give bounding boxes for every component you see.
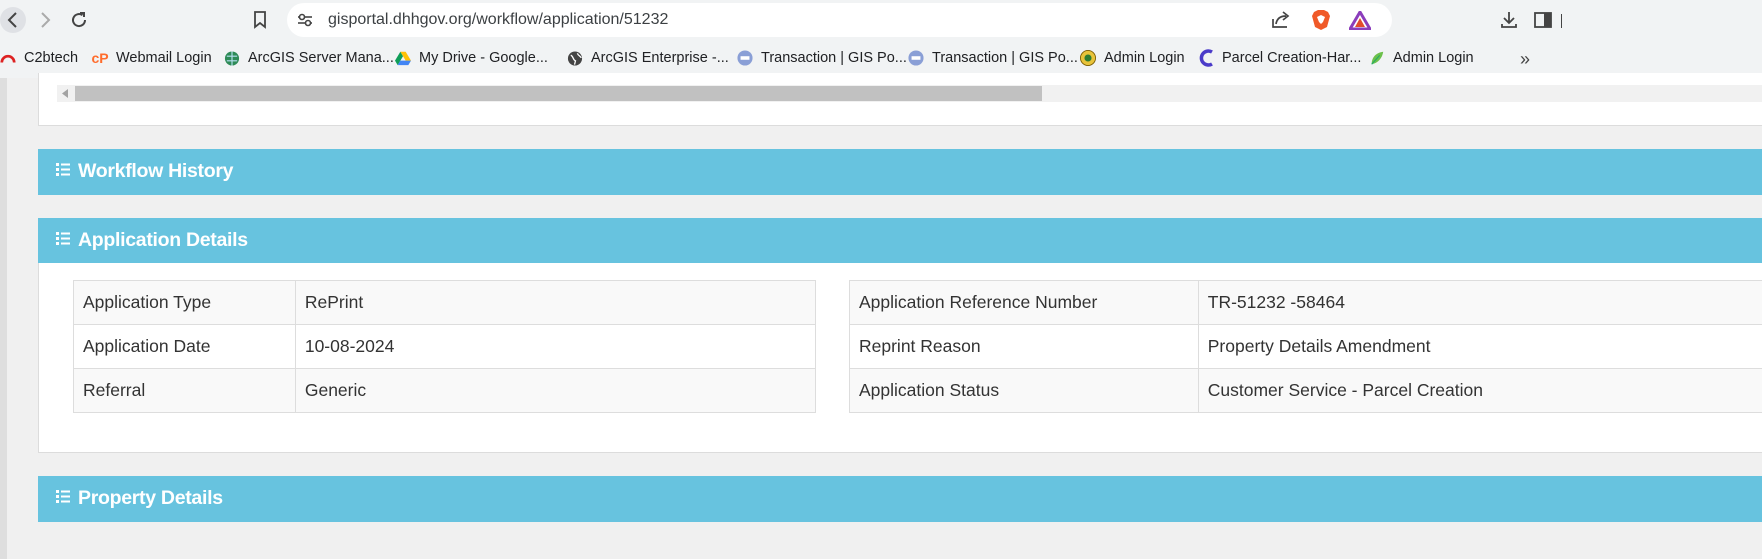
table-row: Application Date 10-08-2024	[73, 324, 817, 369]
reprint-reason-value: Property Details Amendment	[1197, 324, 1762, 369]
table-row: Application Type RePrint	[73, 280, 817, 325]
emblem-icon	[1080, 50, 1096, 66]
reload-button[interactable]	[66, 7, 92, 33]
google-drive-icon	[395, 50, 411, 66]
forward-arrow-icon	[41, 12, 51, 28]
address-bar[interactable]: gisportal.dhhgov.org/workflow/applicatio…	[287, 3, 1392, 37]
url-text[interactable]: gisportal.dhhgov.org/workflow/applicatio…	[328, 11, 668, 29]
bookmark-label: Webmail Login	[116, 50, 212, 66]
bookmark-label: Transaction | GIS Po...	[932, 50, 1078, 66]
reference-number-value: TR-51232 -58464	[1197, 280, 1762, 325]
details-table-left: Application Type RePrint Application Dat…	[73, 280, 817, 413]
referral-label: Referral	[73, 368, 296, 413]
bookmark-icon	[254, 11, 266, 29]
bookmark-label: ArcGIS Enterprise -...	[591, 50, 729, 66]
workflow-history-title: Workflow History	[78, 160, 234, 182]
application-status-value: Customer Service - Parcel Creation	[1197, 368, 1762, 413]
property-details-header[interactable]: Property Details	[38, 476, 1762, 522]
horizontal-scrollbar[interactable]	[57, 85, 1762, 102]
table-row: Referral Generic	[73, 368, 817, 413]
toolbar-edge	[1561, 14, 1562, 28]
list-icon	[56, 490, 70, 503]
bookmark-label: ArcGIS Server Mana...	[248, 50, 394, 66]
bookmark-label: C2btech	[24, 50, 79, 66]
back-button[interactable]	[0, 7, 26, 33]
table-row: Reprint Reason Property Details Amendmen…	[849, 324, 1762, 369]
site-info-icon[interactable]	[297, 12, 313, 33]
bookmark-arcgis-server[interactable]: ArcGIS Server Mana...	[224, 50, 394, 66]
more-bookmarks-chevron-icon[interactable]: »	[1520, 49, 1530, 70]
application-date-label: Application Date	[73, 324, 296, 369]
forward-button[interactable]	[32, 7, 58, 33]
application-date-value: 10-08-2024	[294, 324, 817, 369]
browser-toolbar: gisportal.dhhgov.org/workflow/applicatio…	[0, 0, 1762, 40]
list-icon	[56, 163, 70, 176]
workflow-history-header[interactable]: Workflow History	[38, 149, 1762, 195]
bookmark-c2btech[interactable]: C2btech	[0, 50, 78, 66]
cpanel-icon: cP	[91, 50, 109, 66]
scroll-card	[38, 73, 1762, 126]
bookmark-label: Admin Login	[1104, 50, 1185, 66]
sidebar-button[interactable]	[1530, 7, 1556, 33]
application-type-label: Application Type	[73, 280, 296, 325]
list-icon	[56, 232, 70, 245]
globe-icon	[567, 50, 583, 66]
bookmark-label: Admin Login	[1393, 50, 1474, 66]
left-edge	[0, 78, 7, 559]
sidebar-icon	[1534, 12, 1552, 28]
bookmark-admin-login-1[interactable]: Admin Login	[1080, 50, 1185, 66]
application-status-label: Application Status	[849, 368, 1199, 413]
bookmark-label: My Drive - Google...	[419, 50, 548, 66]
share-icon[interactable]	[1271, 11, 1291, 34]
application-details-header[interactable]: Application Details	[38, 218, 1762, 263]
bookmark-webmail-login[interactable]: cP Webmail Login	[91, 50, 212, 66]
portal-icon	[908, 50, 924, 66]
referral-value: Generic	[294, 368, 817, 413]
bookmark-admin-login-2[interactable]: Admin Login	[1369, 50, 1474, 66]
table-row: Application Status Customer Service - Pa…	[849, 368, 1762, 413]
scroll-left-arrow-icon[interactable]	[62, 89, 69, 98]
table-row: Application Reference Number TR-51232 -5…	[849, 280, 1762, 325]
reprint-reason-label: Reprint Reason	[849, 324, 1199, 369]
downloads-button[interactable]	[1496, 7, 1522, 33]
page-content: Workflow History Application Details App…	[0, 73, 1762, 559]
bookmark-my-drive[interactable]: My Drive - Google...	[395, 50, 548, 66]
application-details-title: Application Details	[78, 229, 248, 251]
c-logo-icon	[1198, 49, 1214, 67]
bookmark-parcel-creation[interactable]: Parcel Creation-Har...	[1198, 49, 1362, 67]
reload-icon	[72, 12, 87, 28]
property-details-title: Property Details	[78, 487, 223, 509]
download-icon	[1501, 12, 1517, 28]
portal-icon	[737, 50, 753, 66]
bookmark-transaction-1[interactable]: Transaction | GIS Po...	[737, 50, 907, 66]
bookmark-page-button[interactable]	[247, 7, 273, 33]
arcgis-globe-icon	[224, 50, 240, 66]
reference-number-label: Application Reference Number	[849, 280, 1199, 325]
application-type-value: RePrint	[294, 280, 817, 325]
admin-leaf-icon	[1369, 50, 1385, 66]
bookmark-label: Transaction | GIS Po...	[761, 50, 907, 66]
bookmark-label: Parcel Creation-Har...	[1222, 50, 1362, 66]
bookmark-arcgis-enterprise[interactable]: ArcGIS Enterprise -...	[567, 50, 729, 66]
c2btech-icon	[0, 50, 16, 66]
bookmark-transaction-2[interactable]: Transaction | GIS Po...	[908, 50, 1078, 66]
details-table-right: Application Reference Number TR-51232 -5…	[849, 280, 1762, 413]
scrollbar-thumb[interactable]	[75, 86, 1042, 101]
back-arrow-icon	[7, 12, 17, 28]
brave-shield-icon[interactable]	[1311, 9, 1331, 36]
brave-rewards-icon[interactable]	[1347, 9, 1373, 35]
